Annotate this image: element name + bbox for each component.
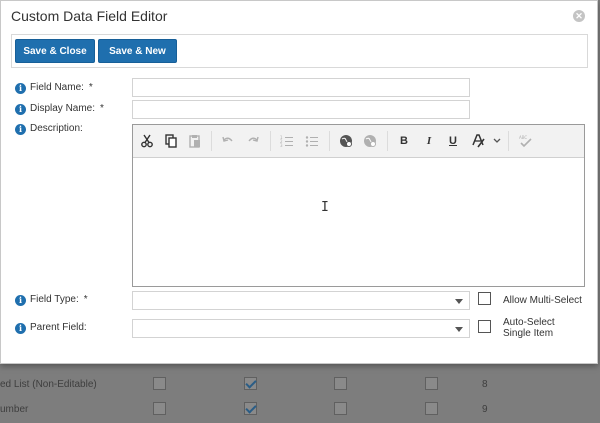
row-checkbox[interactable] [334,402,347,415]
row-checkbox[interactable] [334,377,347,390]
table-row: umber 9 [0,398,600,422]
toolbar-separator [270,131,271,151]
required-marker: * [88,82,93,93]
unordered-list-icon[interactable] [305,134,319,148]
info-icon[interactable]: i [15,294,26,306]
parent-field-label: i Parent Field: [15,321,87,335]
table-row: ed List (Non-Editable) 8 [0,373,600,397]
copy-icon[interactable] [164,134,178,148]
field-name-input[interactable] [132,78,470,97]
parent-field-select[interactable] [132,319,470,338]
description-editor[interactable]: 123 B I U ABC I [132,124,585,287]
cut-icon[interactable] [140,134,154,148]
description-label: i Description: [15,122,83,136]
toolbar-separator [508,131,509,151]
custom-data-field-editor-dialog: Custom Data Field Editor ✕ Save & Close … [0,0,598,364]
row-number: 9 [482,404,488,415]
bold-icon[interactable]: B [397,134,411,148]
toolbar-separator [211,131,212,151]
row-checkbox-checked[interactable] [244,377,257,390]
action-toolbar: Save & Close Save & New [11,34,588,68]
row-checkbox[interactable] [425,377,438,390]
info-icon[interactable]: i [15,103,26,115]
undo-icon[interactable] [221,134,235,148]
editor-toolbar: 123 B I U ABC [133,125,584,158]
row-checkbox[interactable] [153,402,166,415]
row-checkbox[interactable] [425,402,438,415]
display-name-input[interactable] [132,100,470,119]
redo-icon[interactable] [246,134,260,148]
row-checkbox-checked[interactable] [244,402,257,415]
close-icon[interactable]: ✕ [573,10,585,22]
ordered-list-icon[interactable]: 123 [280,134,294,148]
paste-icon[interactable] [188,134,202,148]
row-label: umber [0,404,29,415]
field-name-label: i Field Name: * [15,81,93,95]
remove-link-icon[interactable] [363,134,377,148]
toolbar-separator [387,131,388,151]
dialog-title: Custom Data Field Editor [11,8,168,24]
row-label: ed List (Non-Editable) [0,379,97,390]
auto-select-label: Auto-Select Single Item [503,317,555,339]
dropdown-chevron-icon[interactable] [490,134,504,148]
info-icon[interactable]: i [15,123,26,135]
spellcheck-icon[interactable]: ABC [518,134,532,148]
row-number: 8 [482,379,488,390]
toolbar-separator [329,131,330,151]
italic-icon[interactable]: I [422,134,436,148]
row-checkbox[interactable] [153,377,166,390]
auto-select-single-item-checkbox[interactable] [478,320,491,333]
required-marker: * [100,103,104,114]
chevron-down-icon [455,299,463,304]
underline-icon[interactable]: U [446,134,460,148]
info-icon[interactable]: i [15,322,26,334]
field-type-label: i Field Type: * [15,293,88,307]
allow-multi-select-checkbox[interactable] [478,292,491,305]
field-type-select[interactable] [132,291,470,310]
required-marker: * [83,294,88,305]
svg-text:3: 3 [280,143,283,148]
font-color-icon[interactable] [471,134,485,148]
save-and-new-button[interactable]: Save & New [98,39,177,63]
save-and-close-button[interactable]: Save & Close [15,39,95,63]
insert-link-icon[interactable] [339,134,353,148]
svg-text:ABC: ABC [519,135,527,140]
allow-multi-select-label: Allow Multi-Select [503,295,582,306]
info-icon[interactable]: i [15,82,26,94]
display-name-label: i Display Name: * [15,102,104,116]
text-cursor-icon: I [321,200,329,215]
chevron-down-icon [455,327,463,332]
